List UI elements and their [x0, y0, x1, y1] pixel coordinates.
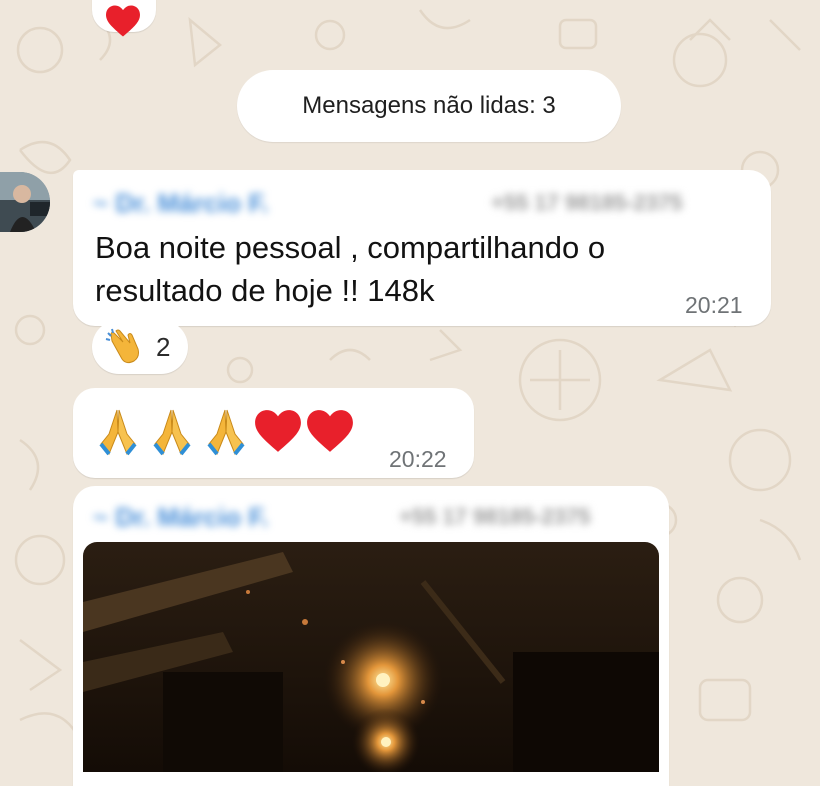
night-photo: [83, 542, 659, 772]
folded-hands-icon: [153, 409, 191, 456]
reaction-count: 2: [156, 331, 171, 362]
message-time: 20:21: [685, 292, 743, 318]
message-bubble[interactable]: ~ Dr. Márcio F. +55 17 98185-2375 Boa no…: [73, 170, 771, 326]
avatar-photo: [0, 172, 50, 232]
message-text-line-1: Boa noite pessoal , compartilhando o: [95, 230, 606, 265]
previous-reaction-bubble[interactable]: [92, 0, 156, 37]
reaction-chip[interactable]: 2: [92, 320, 188, 374]
sender-phone: +55 17 98185-2375: [491, 190, 683, 215]
message-bubble[interactable]: 20:22: [73, 388, 474, 478]
folded-hands-icon: [207, 409, 245, 456]
folded-hands-icon: [99, 409, 137, 456]
red-heart-icon: [255, 410, 301, 452]
sender-name[interactable]: ~ Dr. Márcio F.: [93, 188, 269, 219]
unread-messages-banner: Mensagens não lidas: 3: [237, 70, 621, 142]
avatar[interactable]: [0, 172, 50, 232]
media-message-bubble[interactable]: ~ Dr. Márcio F. +55 17 98185-2375: [73, 486, 669, 786]
message-time: 20:22: [389, 446, 447, 472]
clapping-hands-icon: [105, 328, 139, 364]
sender-phone: +55 17 98185-2375: [399, 504, 591, 529]
message-text-line-2: resultado de hoje !! 148k: [95, 273, 435, 308]
red-heart-icon: [106, 5, 140, 37]
photo-preview[interactable]: [83, 542, 659, 772]
red-heart-icon: [307, 410, 353, 452]
sender-name[interactable]: ~ Dr. Márcio F.: [93, 502, 269, 533]
unread-banner-text: Mensagens não lidas: 3: [302, 92, 556, 119]
